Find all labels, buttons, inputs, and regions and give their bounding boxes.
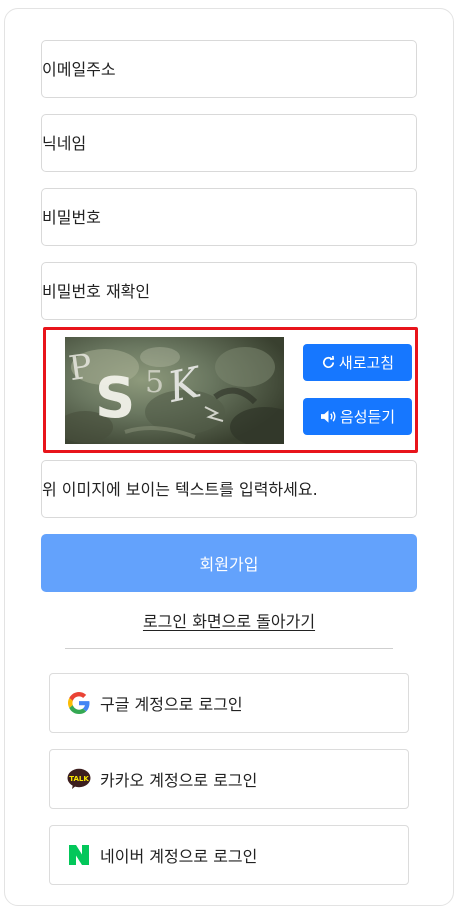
nickname-field-container [41,114,417,172]
captcha-refresh-button[interactable]: 새로고침 [303,344,412,381]
password-confirm-field-container [41,262,417,320]
captcha-box: P S 5 K 새로고침 음성듣기 [43,327,418,453]
captcha-input[interactable] [42,461,416,517]
naver-login-button[interactable]: 네이버 계정으로 로그인 [49,825,409,885]
divider [65,648,393,649]
email-field[interactable] [42,41,416,97]
captcha-char: 5 [145,365,164,400]
nickname-field[interactable] [42,115,416,171]
back-to-login-link[interactable]: 로그인 화면으로 돌아가기 [0,608,458,632]
google-icon [67,691,91,715]
captcha-refresh-label: 새로고침 [338,354,395,372]
signup-button[interactable]: 회원가입 [41,534,417,592]
naver-icon [67,843,91,867]
captcha-audio-button[interactable]: 음성듣기 [303,398,412,435]
password-field[interactable] [42,189,416,245]
password-field-container [41,188,417,246]
kakao-login-label: 카카오 계정으로 로그인 [100,771,258,790]
password-confirm-field[interactable] [42,263,416,319]
google-login-button[interactable]: 구글 계정으로 로그인 [49,673,409,733]
email-field-container [41,40,417,98]
kakao-login-button[interactable]: TALK 카카오 계정으로 로그인 [49,749,409,809]
kakao-talk-icon: TALK [67,767,91,791]
google-login-label: 구글 계정으로 로그인 [100,695,243,714]
captcha-audio-label: 음성듣기 [339,408,396,426]
speaker-icon [320,409,337,424]
captcha-input-container [41,460,417,518]
refresh-icon [321,355,336,370]
captcha-image: P S 5 K [65,337,284,444]
kakao-icon-text: TALK [69,775,89,783]
captcha-char: S [95,366,135,431]
naver-login-label: 네이버 계정으로 로그인 [100,847,258,866]
